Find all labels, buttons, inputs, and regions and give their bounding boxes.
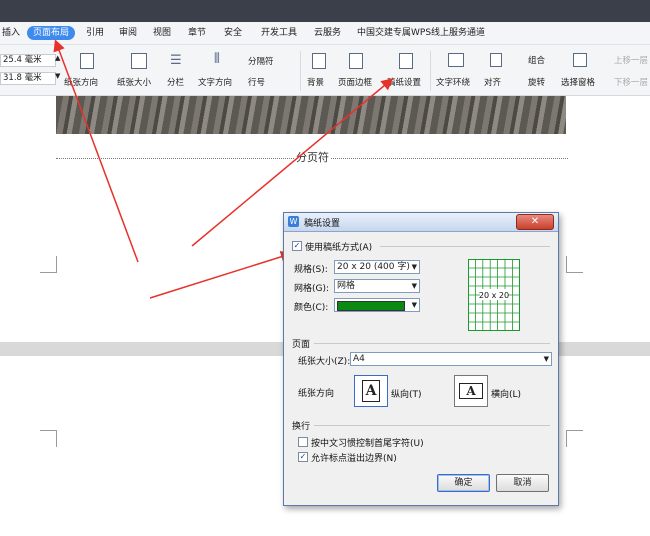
- tab-chapter[interactable]: 章节: [188, 26, 206, 40]
- dialog-title-bar[interactable]: W 稿纸设置 ✕: [284, 213, 558, 232]
- paper-size-value: A4: [353, 354, 365, 364]
- spec-label: 规格(S):: [294, 265, 328, 275]
- page-section-title: 页面: [292, 340, 311, 350]
- text-direction-icon[interactable]: ⫴: [214, 51, 220, 67]
- overflow-checkbox[interactable]: ✓: [298, 452, 308, 462]
- landscape-option[interactable]: A: [454, 375, 488, 407]
- ribbon-toolbar: 25.4 毫米 31.8 毫米 ▲ ▼ 纸张方向 纸张大小 ☰ 分栏 ⫴ 文字方…: [0, 45, 650, 96]
- paper-size-select[interactable]: A4 ▼: [350, 352, 552, 366]
- menu-bar: 插入 页面布局 引用 审阅 视图 章节 安全 开发工具 云服务 中国交建专属WP…: [0, 22, 650, 45]
- group-divider: [380, 246, 550, 247]
- landscape-label[interactable]: 横向(L): [491, 387, 521, 400]
- tab-insert[interactable]: 插入: [2, 26, 20, 40]
- paper-orientation-icon[interactable]: [80, 53, 94, 69]
- use-manuscript-label: 使用稿纸方式(A): [305, 243, 373, 253]
- tab-view[interactable]: 视图: [153, 26, 171, 40]
- portrait-option[interactable]: A: [354, 375, 388, 407]
- columns-button[interactable]: 分栏: [167, 76, 184, 88]
- chevron-down-icon: ▼: [411, 282, 417, 290]
- align-icon[interactable]: [490, 53, 502, 67]
- tab-references[interactable]: 引用: [86, 26, 104, 40]
- overflow-label: 允许标点溢出边界(N): [311, 454, 397, 464]
- group-divider: [314, 425, 550, 426]
- orientation-label: 纸张方向: [298, 389, 335, 399]
- align-button[interactable]: 对齐: [484, 76, 501, 88]
- group-divider: [314, 343, 550, 344]
- close-icon[interactable]: ✕: [516, 214, 554, 230]
- paper-size-icon[interactable]: [131, 53, 147, 69]
- portrait-icon: A: [362, 380, 380, 402]
- chevron-down-icon: ▼: [543, 355, 549, 363]
- spec-select[interactable]: 20 x 20 (400 字) ▼: [334, 260, 420, 274]
- columns-icon[interactable]: ☰: [170, 53, 182, 68]
- dialog-title: 稿纸设置: [304, 219, 341, 229]
- chinese-punct-checkbox[interactable]: [298, 437, 308, 447]
- ok-button[interactable]: 确定: [437, 474, 490, 492]
- paper-size-button[interactable]: 纸张大小: [117, 76, 151, 88]
- cancel-button[interactable]: 取消: [496, 474, 549, 492]
- portrait-label[interactable]: 纵向(T): [391, 387, 422, 400]
- separator-button[interactable]: 分隔符: [248, 55, 274, 67]
- spin-up-icon[interactable]: ▲: [55, 54, 60, 62]
- use-manuscript-checkbox[interactable]: ✓: [292, 241, 302, 251]
- page-border-button[interactable]: 页面边框: [338, 76, 372, 88]
- document-image: [56, 96, 566, 134]
- page-border-icon[interactable]: [349, 53, 363, 69]
- margin-corner-mark: [40, 256, 57, 273]
- landscape-icon: A: [459, 383, 483, 399]
- color-label: 颜色(C):: [294, 303, 329, 313]
- text-wrap-button[interactable]: 文字环绕: [436, 76, 470, 88]
- tab-cloud[interactable]: 云服务: [314, 26, 341, 40]
- window-title-bar: [0, 0, 650, 22]
- paper-orientation-button[interactable]: 纸张方向: [64, 76, 98, 88]
- tab-developer[interactable]: 开发工具: [261, 26, 297, 40]
- color-swatch: [337, 301, 405, 311]
- margin-corner-mark: [40, 430, 57, 447]
- selection-pane-icon[interactable]: [573, 53, 587, 67]
- ribbon-divider: [300, 51, 301, 91]
- background-icon[interactable]: [312, 53, 326, 69]
- chevron-down-icon: ▼: [411, 301, 417, 309]
- grid-label: 网格(G):: [294, 284, 330, 294]
- text-direction-button[interactable]: 文字方向: [198, 76, 232, 88]
- manuscript-setup-dialog: W 稿纸设置 ✕ ✓ 使用稿纸方式(A) 规格(S): 20 x 20 (400…: [283, 212, 559, 506]
- page-break-label: 分页符: [294, 149, 331, 165]
- spec-value: 20 x 20 (400 字): [337, 262, 410, 272]
- tab-review[interactable]: 审阅: [119, 26, 137, 40]
- margin-corner-mark: [566, 430, 583, 447]
- manuscript-setup-button[interactable]: 稿纸设置: [387, 76, 421, 88]
- wps-app-icon: W: [288, 216, 299, 227]
- chinese-punct-label: 按中文习惯控制首尾字符(U): [311, 439, 424, 449]
- line-number-button[interactable]: 行号: [248, 76, 265, 88]
- background-button[interactable]: 背景: [307, 76, 324, 88]
- text-wrap-icon[interactable]: [448, 53, 464, 67]
- move-down-button[interactable]: 下移一层: [614, 76, 648, 88]
- wrap-section-title: 换行: [292, 422, 311, 432]
- margin-top-field[interactable]: 25.4 毫米: [0, 54, 56, 67]
- group-button[interactable]: 组合: [528, 54, 545, 66]
- chevron-down-icon: ▼: [411, 263, 417, 271]
- margin-corner-mark: [566, 256, 583, 273]
- grid-value: 网格: [337, 281, 356, 291]
- paper-size-label: 纸张大小(Z):: [298, 357, 351, 367]
- manuscript-grid-preview: 20 x 20: [468, 259, 520, 331]
- color-select[interactable]: ▼: [334, 298, 420, 312]
- grid-preview-label: 20 x 20: [479, 291, 509, 300]
- rotate-button[interactable]: 旋转: [528, 76, 545, 88]
- margin-bottom-field[interactable]: 31.8 毫米: [0, 72, 56, 85]
- tab-wps-channel[interactable]: 中国交建专属WPS线上服务通道: [357, 26, 485, 40]
- manuscript-setup-icon[interactable]: [399, 53, 413, 69]
- tab-security[interactable]: 安全: [224, 26, 242, 40]
- spin-down-icon[interactable]: ▼: [55, 72, 60, 80]
- tab-page-layout[interactable]: 页面布局: [27, 26, 76, 40]
- selection-pane-button[interactable]: 选择窗格: [561, 76, 595, 88]
- grid-select[interactable]: 网格 ▼: [334, 279, 420, 293]
- move-up-button[interactable]: 上移一层: [614, 54, 648, 66]
- ribbon-divider: [430, 51, 431, 91]
